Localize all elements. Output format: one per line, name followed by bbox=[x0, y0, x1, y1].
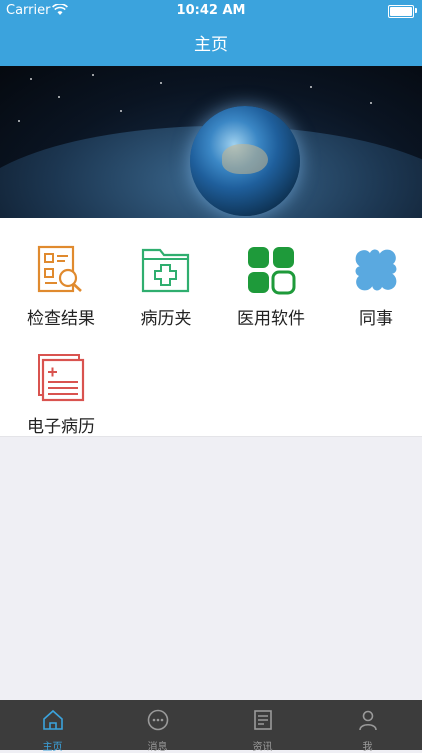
banner-carousel[interactable] bbox=[0, 66, 422, 218]
banner-globe-land bbox=[222, 144, 268, 174]
message-icon bbox=[147, 709, 168, 731]
electronic-record-icon bbox=[38, 354, 85, 402]
tab-label: 我 bbox=[362, 742, 373, 753]
tab-home[interactable]: 主页 bbox=[0, 700, 105, 753]
menu-label: 同事 bbox=[359, 309, 393, 329]
menu-item-medical-software[interactable]: 医用软件 bbox=[221, 244, 321, 329]
status-bar: Carrier 10:42 AM bbox=[0, 0, 422, 22]
exam-report-icon bbox=[37, 245, 82, 293]
top-bar: Carrier 10:42 AM 主页 bbox=[0, 0, 422, 66]
feature-grid: 检查结果 病历夹 医用软件 同事 电子病历 bbox=[0, 218, 422, 437]
menu-label: 检查结果 bbox=[27, 309, 95, 329]
page-title: 主页 bbox=[194, 35, 228, 55]
profile-icon bbox=[358, 710, 377, 731]
tab-me[interactable]: 我 bbox=[315, 700, 420, 753]
battery-tip bbox=[415, 8, 417, 13]
menu-label: 病历夹 bbox=[140, 309, 192, 329]
tab-news[interactable]: 资讯 bbox=[210, 700, 315, 753]
tab-bar: 主页 消息 资讯 我 bbox=[0, 700, 422, 753]
tab-label: 主页 bbox=[42, 742, 63, 753]
clock: 10:42 AM bbox=[176, 3, 246, 18]
menu-item-electronic-records[interactable]: 电子病历 bbox=[11, 352, 111, 437]
battery-icon bbox=[388, 5, 414, 18]
tab-label: 消息 bbox=[147, 742, 168, 753]
medical-folder-icon bbox=[141, 248, 190, 293]
tab-messages[interactable]: 消息 bbox=[105, 700, 210, 753]
menu-label: 电子病历 bbox=[27, 417, 95, 437]
tab-label: 资讯 bbox=[252, 742, 273, 753]
clover-icon bbox=[355, 249, 397, 291]
menu-item-exam-results[interactable]: 检查结果 bbox=[11, 244, 111, 329]
menu-label: 医用软件 bbox=[237, 309, 305, 329]
news-icon bbox=[253, 710, 272, 730]
menu-item-colleagues[interactable]: 同事 bbox=[326, 244, 422, 329]
menu-item-medical-folder[interactable]: 病历夹 bbox=[116, 244, 216, 329]
home-icon bbox=[42, 709, 63, 730]
apps-grid-icon bbox=[248, 247, 296, 295]
